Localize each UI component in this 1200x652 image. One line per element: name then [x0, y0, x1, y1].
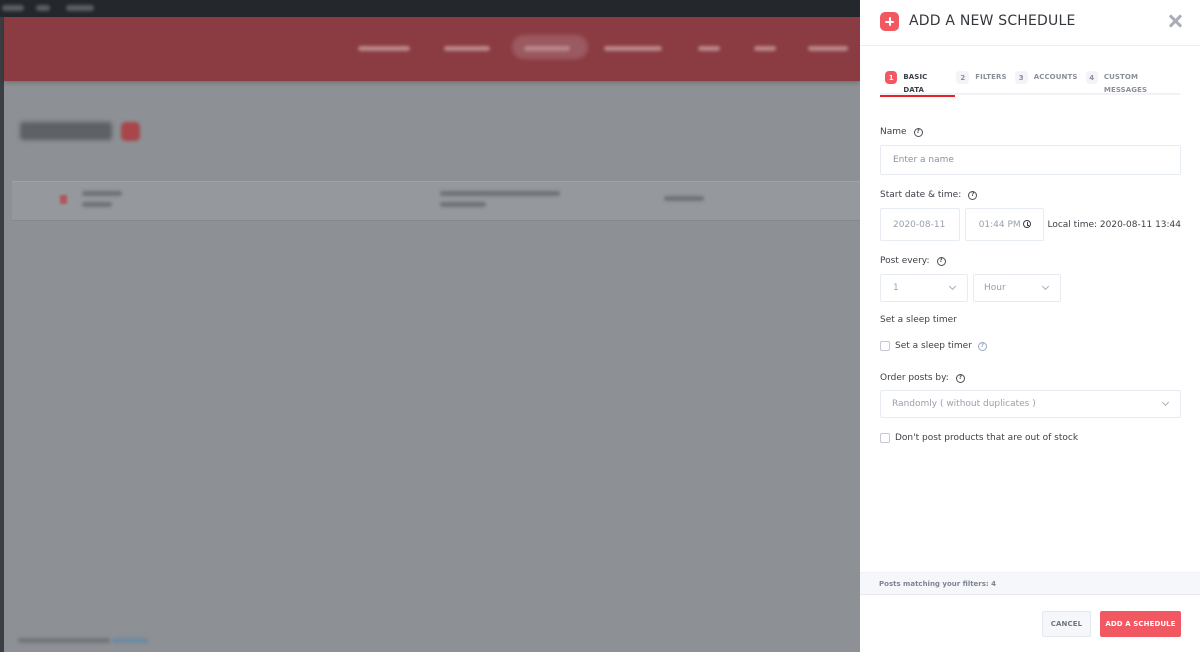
post-every-value-select[interactable]: 1 — [880, 274, 968, 302]
admin-sidebar-edge — [0, 17, 4, 652]
step-tabs: 1 BASIC DATA 2 FILTERS 3 ACCOUNTS 4 CUST… — [879, 71, 1181, 97]
order-label-text: Order posts by: — [880, 373, 949, 383]
tab-label: BASIC DATA — [903, 73, 928, 94]
post-every-row: 1 Hour — [880, 274, 1181, 302]
help-icon[interactable]: ? — [936, 256, 946, 266]
post-every-unit-select[interactable]: Hour — [973, 274, 1061, 302]
name-input[interactable]: Enter a name — [880, 145, 1181, 175]
blurred-text — [82, 202, 112, 207]
page-title-blurred — [20, 122, 112, 140]
admin-top-bar — [0, 0, 860, 17]
matching-posts-count: Posts matching your filters: 4 — [879, 579, 997, 588]
help-icon[interactable]: ? — [977, 341, 987, 351]
sleep-timer-section-label: Set a sleep timer — [880, 315, 957, 325]
app-header — [4, 17, 860, 81]
nav-item — [358, 46, 410, 51]
blurred-icon — [36, 5, 50, 11]
nav-item — [524, 46, 570, 51]
order-posts-label: Order posts by: ? — [880, 372, 1181, 384]
name-placeholder: Enter a name — [893, 155, 954, 165]
tab-accounts[interactable]: 3 ACCOUNTS — [1014, 71, 1078, 95]
plus-icon — [880, 12, 899, 31]
blurred-text — [66, 5, 94, 11]
footer-text-blurred — [18, 638, 110, 643]
count-badge-blurred — [121, 122, 140, 141]
sleep-timer-checkbox[interactable] — [880, 341, 890, 351]
tab-number: 2 — [956, 71, 970, 84]
matching-posts-bar: Posts matching your filters: 4 — [860, 572, 1200, 595]
panel-title: ADD A NEW SCHEDULE — [909, 13, 1076, 29]
tab-label: FILTERS — [975, 73, 1007, 81]
start-time-value: 01:44 PM — [978, 219, 1021, 230]
nav-item — [444, 46, 490, 51]
start-label-text: Start date & time: — [880, 190, 962, 200]
help-icon[interactable]: ? — [955, 373, 965, 383]
footer-link-blurred — [112, 638, 148, 643]
tab-number: 1 — [885, 71, 898, 84]
name-label-text: Name — [880, 127, 907, 137]
table-row — [12, 181, 860, 221]
panel-header: ADD A NEW SCHEDULE — [860, 0, 1200, 46]
post-every-unit: Hour — [984, 283, 1006, 293]
blurred-text — [2, 5, 24, 11]
order-posts-value: Randomly ( without duplicates ) — [892, 399, 1036, 409]
tab-number: 3 — [1014, 71, 1028, 84]
background-page — [0, 0, 860, 652]
chevron-down-icon — [1161, 398, 1170, 407]
cancel-button[interactable]: CANCEL — [1042, 611, 1091, 637]
start-date-value: 2020-08-11 — [893, 219, 946, 230]
sleep-timer-checkbox-label[interactable]: Set a sleep timer — [895, 341, 972, 351]
blurred-text — [82, 191, 122, 196]
out-of-stock-checkbox-label[interactable]: Don't post products that are out of stoc… — [895, 433, 1078, 443]
tab-label: CUSTOM MESSAGES — [1103, 73, 1148, 94]
tab-number: 4 — [1085, 71, 1098, 84]
help-icon[interactable]: ? — [968, 190, 978, 200]
chevron-down-icon — [948, 282, 957, 291]
nav-item — [604, 46, 662, 51]
schedule-form: Name ? Enter a name Start date & time: ?… — [860, 95, 1200, 572]
clock-icon[interactable] — [1023, 220, 1032, 228]
tab-filters[interactable]: 2 FILTERS — [956, 71, 1007, 95]
name-label: Name ? — [880, 126, 1181, 138]
out-of-stock-checkbox[interactable] — [880, 433, 890, 443]
order-posts-select[interactable]: Randomly ( without duplicates ) — [880, 390, 1181, 418]
tab-basic-data[interactable]: 1 BASIC DATA — [879, 71, 956, 97]
start-date-label: Start date & time: ? — [880, 189, 1181, 201]
tab-custom-messages[interactable]: 4 CUSTOM MESSAGES — [1085, 71, 1181, 95]
post-every-label: Post every: ? — [880, 255, 1181, 267]
help-icon[interactable]: ? — [913, 127, 923, 137]
post-every-label-text: Post every: — [880, 256, 930, 266]
nav-item — [808, 46, 848, 51]
blurred-text — [440, 202, 486, 207]
local-time: Local time: 2020-08-11 13:44 — [1047, 219, 1181, 230]
post-every-value: 1 — [893, 283, 899, 293]
nav-item — [754, 46, 776, 51]
status-dot — [60, 195, 67, 204]
blurred-text — [440, 191, 560, 196]
start-time-input[interactable]: 01:44 PM — [964, 208, 1045, 241]
nav-item — [698, 46, 720, 51]
add-schedule-button[interactable]: ADD A SCHEDULE — [1100, 611, 1181, 637]
out-of-stock-option: Don't post products that are out of stoc… — [880, 432, 1181, 444]
start-date-input[interactable]: 2020-08-11 — [880, 208, 960, 241]
close-icon[interactable] — [1168, 14, 1182, 28]
start-date-row: 2020-08-11 01:44 PM Local time: 2020-08-… — [880, 208, 1181, 241]
add-schedule-panel: ADD A NEW SCHEDULE 1 BASIC DATA 2 FILTER… — [860, 0, 1200, 652]
chevron-down-icon — [1041, 282, 1050, 291]
panel-footer: CANCEL ADD A SCHEDULE — [860, 595, 1200, 652]
sleep-timer-option: Set a sleep timer ? — [880, 340, 1181, 352]
blurred-text — [664, 196, 704, 201]
tab-label: ACCOUNTS — [1033, 73, 1078, 81]
